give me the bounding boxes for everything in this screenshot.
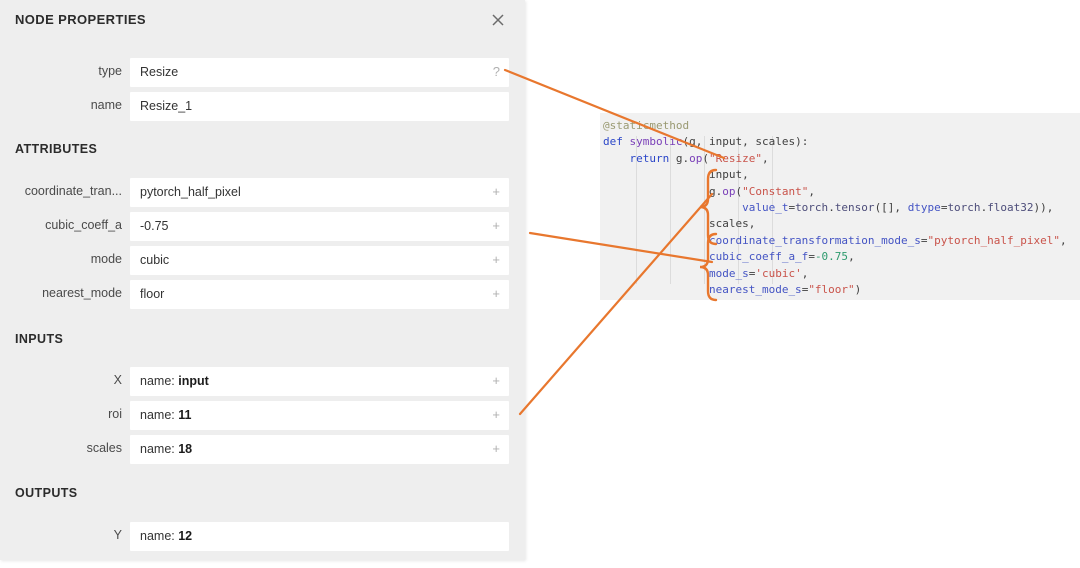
field-label: name xyxy=(90,98,122,112)
field-value: floor xyxy=(140,287,165,301)
field-value-name: 11 xyxy=(178,408,192,422)
code-text: @staticmethod def symbolic(g, input, sca… xyxy=(603,119,1067,297)
field-input[interactable]: floor + xyxy=(130,280,509,309)
field-input[interactable]: name: 11 + xyxy=(130,401,509,430)
field-label: coordinate_tran... xyxy=(24,184,122,198)
panel-header: NODE PROPERTIES xyxy=(0,0,525,42)
field-row-input-roi[interactable]: roi name: 11 + xyxy=(0,401,525,430)
field-label: scales xyxy=(86,441,122,455)
field-row-type[interactable]: type Resize ? xyxy=(0,58,525,87)
field-row-name[interactable]: name Resize_1 xyxy=(0,92,525,121)
field-label: mode xyxy=(90,252,122,266)
field-value: name: 11 xyxy=(140,408,191,422)
expand-icon[interactable]: + xyxy=(492,252,500,268)
code-snippet-block: @staticmethod def symbolic(g, input, sca… xyxy=(600,113,1080,300)
field-row-mode[interactable]: mode cubic + xyxy=(0,246,525,275)
field-label: cubic_coeff_a xyxy=(45,218,122,232)
expand-icon[interactable]: + xyxy=(492,441,500,457)
field-label: Y xyxy=(113,528,122,542)
field-input[interactable]: Resize_1 xyxy=(130,92,509,121)
expand-icon[interactable]: + xyxy=(492,184,500,200)
node-properties-panel: NODE PROPERTIES type Resize ? name Resiz… xyxy=(0,0,525,560)
expand-icon[interactable]: + xyxy=(492,218,500,234)
field-row-input-scales[interactable]: scales name: 18 + xyxy=(0,435,525,464)
field-input[interactable]: name: 18 + xyxy=(130,435,509,464)
field-input[interactable]: Resize ? xyxy=(130,58,509,87)
field-label: roi xyxy=(108,407,122,421)
field-input[interactable]: name: input + xyxy=(130,367,509,396)
field-value: cubic xyxy=(140,253,170,267)
field-row-coordinate-transformation-mode[interactable]: coordinate_tran... pytorch_half_pixel + xyxy=(0,178,525,207)
field-value-prefix: name: xyxy=(140,529,179,543)
field-value: name: 18 xyxy=(140,442,192,456)
expand-icon[interactable]: + xyxy=(492,407,500,423)
field-row-nearest-mode[interactable]: nearest_mode floor + xyxy=(0,280,525,309)
close-icon[interactable] xyxy=(488,10,508,30)
field-row-cubic-coeff-a[interactable]: cubic_coeff_a -0.75 + xyxy=(0,212,525,241)
field-value: -0.75 xyxy=(140,219,169,233)
field-value: Resize_1 xyxy=(140,99,193,113)
field-value: pytorch_half_pixel xyxy=(140,185,241,199)
field-value-prefix: name: xyxy=(140,442,179,456)
help-icon[interactable]: ? xyxy=(493,64,500,80)
page-title: NODE PROPERTIES xyxy=(15,12,146,27)
field-input[interactable]: -0.75 + xyxy=(130,212,509,241)
section-title-attributes: ATTRIBUTES xyxy=(15,142,98,156)
field-value-name: 18 xyxy=(178,442,193,456)
field-row-input-x[interactable]: X name: input + xyxy=(0,367,525,396)
field-label: X xyxy=(113,373,122,387)
field-value: name: 12 xyxy=(140,529,192,543)
expand-icon[interactable]: + xyxy=(492,286,500,302)
field-value: name: input xyxy=(140,374,209,388)
field-value-prefix: name: xyxy=(140,374,179,388)
field-value-name: 12 xyxy=(178,529,193,543)
field-input[interactable]: pytorch_half_pixel + xyxy=(130,178,509,207)
field-input[interactable]: name: 12 xyxy=(130,522,509,551)
field-row-output-y[interactable]: Y name: 12 xyxy=(0,522,525,551)
field-label: nearest_mode xyxy=(42,286,122,300)
field-label: type xyxy=(98,64,122,78)
field-value-prefix: name: xyxy=(140,408,179,422)
field-input[interactable]: cubic + xyxy=(130,246,509,275)
field-value: Resize xyxy=(140,65,179,79)
field-value-name: input xyxy=(178,374,209,388)
expand-icon[interactable]: + xyxy=(492,373,500,389)
section-title-inputs: INPUTS xyxy=(15,332,64,346)
section-title-outputs: OUTPUTS xyxy=(15,486,78,500)
